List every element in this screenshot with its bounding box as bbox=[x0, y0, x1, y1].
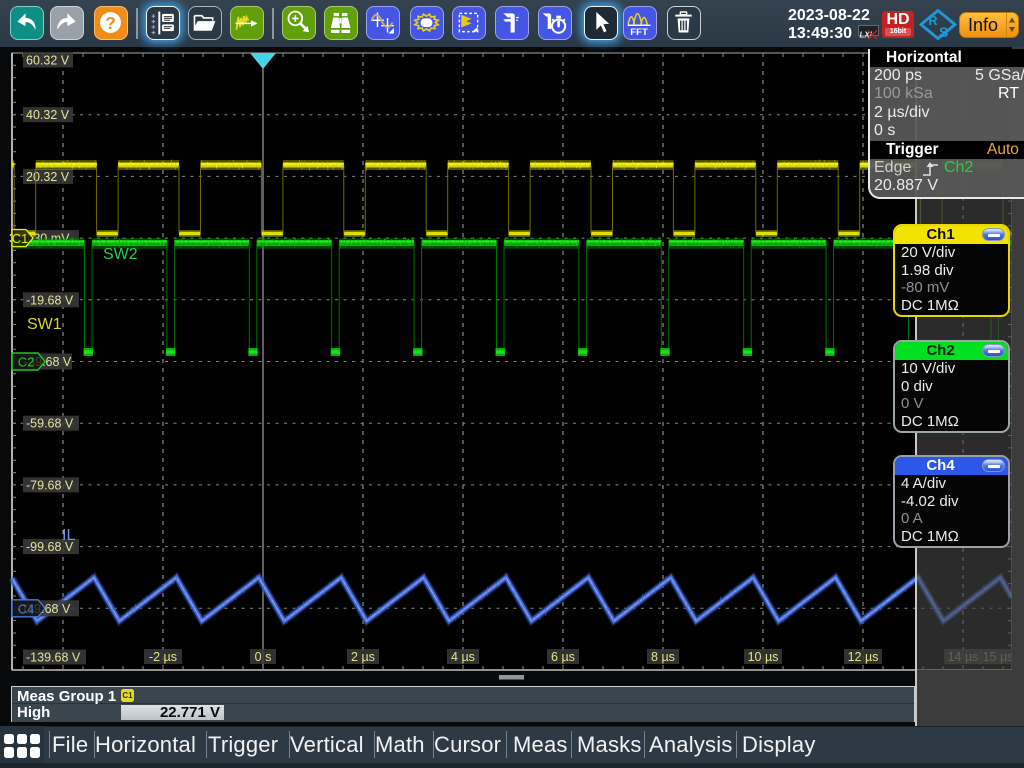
svg-text:40.32 V: 40.32 V bbox=[26, 108, 70, 122]
svg-text:IL: IL bbox=[62, 527, 75, 544]
svg-text:-79.68 V: -79.68 V bbox=[26, 478, 74, 492]
svg-text:C2: C2 bbox=[18, 355, 35, 370]
svg-text:?: ? bbox=[105, 13, 116, 33]
svg-text:C1: C1 bbox=[12, 231, 29, 246]
svg-text:10 µs: 10 µs bbox=[748, 650, 779, 664]
svg-text:LXI: LXI bbox=[860, 31, 873, 40]
svg-text:4 µs: 4 µs bbox=[451, 650, 475, 664]
svg-text:-59.68 V: -59.68 V bbox=[26, 417, 74, 431]
svg-text:20.32 V: 20.32 V bbox=[26, 170, 70, 184]
svg-text:2 µs: 2 µs bbox=[351, 650, 375, 664]
svg-text:-139.68 V: -139.68 V bbox=[26, 651, 81, 665]
svg-text:FFT: FFT bbox=[630, 27, 648, 38]
svg-text:SW2: SW2 bbox=[103, 246, 138, 263]
svg-text:C4: C4 bbox=[18, 601, 35, 616]
svg-text:6 µs: 6 µs bbox=[551, 650, 575, 664]
svg-text:S: S bbox=[939, 24, 948, 40]
svg-text:12 µs: 12 µs bbox=[848, 650, 879, 664]
svg-text:60.32 V: 60.32 V bbox=[26, 54, 70, 68]
svg-text:R: R bbox=[929, 14, 938, 28]
svg-text:-19.68 V: -19.68 V bbox=[26, 293, 74, 307]
svg-text:-2 µs: -2 µs bbox=[149, 650, 177, 664]
svg-text:SW1: SW1 bbox=[27, 316, 62, 333]
svg-text:8 µs: 8 µs bbox=[651, 650, 675, 664]
svg-text:0 s: 0 s bbox=[255, 650, 272, 664]
